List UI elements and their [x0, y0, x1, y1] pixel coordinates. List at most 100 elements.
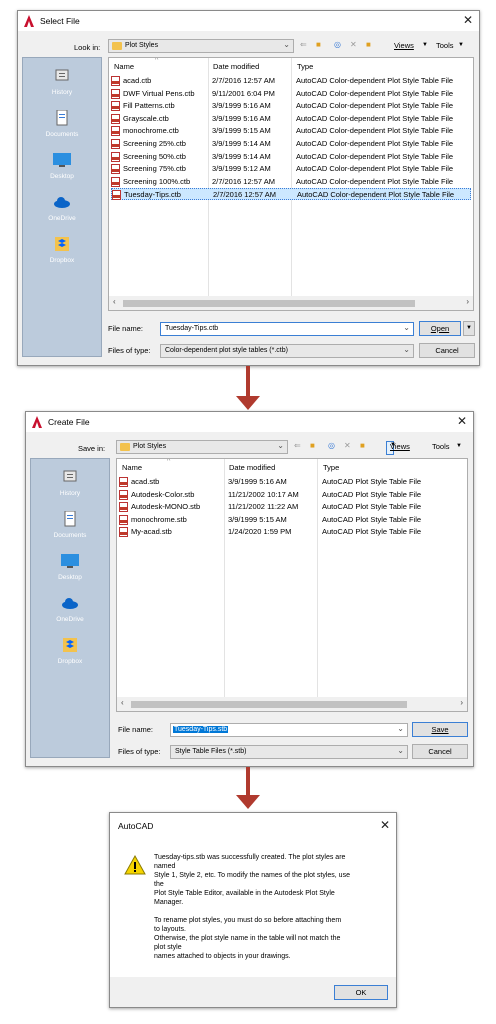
- file-row[interactable]: DWF Virtual Pens.ctb 9/11/2001 6:04 PM Aut…: [111, 88, 471, 100]
- up-folder-icon[interactable]: ■: [310, 441, 315, 450]
- delete-icon[interactable]: ✕: [344, 441, 351, 450]
- column-header-date[interactable]: Date modified: [213, 62, 259, 71]
- new-folder-icon[interactable]: ■: [360, 441, 365, 450]
- place-dropbox[interactable]: Dropbox: [23, 236, 101, 264]
- save-in-dropdown[interactable]: Plot Styles ⌄: [116, 440, 288, 454]
- file-type-cell: AutoCAD Color-dependent Plot Style Table…: [296, 151, 454, 161]
- file-row[interactable]: acad.ctb 2/7/2016 12:57 AM AutoCAD Color-d…: [111, 75, 471, 87]
- horizontal-scrollbar[interactable]: ‹ ›: [117, 697, 467, 711]
- column-header-date[interactable]: Date modified: [229, 463, 275, 472]
- plot-style-file-icon: [111, 164, 120, 175]
- file-date-cell: 11/21/2002 10:17 AM: [228, 489, 299, 499]
- place-history[interactable]: History: [23, 68, 101, 96]
- search-web-icon[interactable]: ◎: [334, 40, 341, 49]
- file-name-cell: Autodesk-MONO.stb: [131, 502, 201, 512]
- views-dropdown-icon[interactable]: ▼: [422, 42, 428, 48]
- file-row[interactable]: Grayscale.ctb 3/9/1999 5:16 AM AutoCAD Col…: [111, 113, 471, 125]
- cancel-button[interactable]: Cancel: [412, 744, 468, 759]
- file-name-input[interactable]: Tuesday-Tips.ctb ⌄: [160, 322, 414, 336]
- file-list[interactable]: Name ^ Date modified Type acad.stb 3/9/19…: [116, 458, 468, 712]
- place-onedrive[interactable]: OneDrive: [31, 595, 109, 623]
- file-row[interactable]: Screening 50%.ctb 3/9/1999 5:14 AM AutoCAD…: [111, 151, 471, 163]
- file-row[interactable]: Screening 25%.ctb 3/9/1999 5:14 AM AutoCAD…: [111, 138, 471, 150]
- file-row[interactable]: My-acad.stb 1/24/2020 1:59 PM AutoCAD Plot…: [119, 526, 459, 538]
- plot-style-file-icon: [111, 88, 120, 99]
- back-arrow-icon[interactable]: ⇐: [300, 40, 307, 49]
- scroll-thumb[interactable]: [123, 300, 415, 307]
- sort-chevron-icon: ^: [155, 57, 159, 64]
- file-date-cell: 2/7/2016 12:57 AM: [213, 190, 276, 200]
- file-name-input[interactable]: Tuesday-Tips.stb ⌄: [170, 723, 408, 737]
- file-date-cell: 2/7/2016 12:57 AM: [212, 176, 275, 186]
- column-header-name[interactable]: Name: [122, 463, 142, 472]
- place-dropbox[interactable]: Dropbox: [31, 637, 109, 665]
- save-button[interactable]: Save: [412, 722, 468, 737]
- file-list[interactable]: Name ^ Date modified Type acad.ctb 2/7/20…: [108, 57, 474, 311]
- ok-button[interactable]: OK: [334, 985, 388, 1000]
- message-line: named: [154, 863, 176, 870]
- chevron-down-icon[interactable]: ⌄: [403, 323, 410, 332]
- file-type-cell: AutoCAD Plot Style Table File: [322, 514, 422, 524]
- chevron-down-icon[interactable]: ⌄: [397, 724, 404, 733]
- place-desktop[interactable]: Desktop: [31, 553, 109, 581]
- close-icon[interactable]: ✕: [380, 818, 390, 832]
- file-type-cell: AutoCAD Color-dependent Plot Style Table…: [296, 139, 454, 148]
- scroll-thumb[interactable]: [131, 701, 407, 708]
- file-name-cell: Fill Patterns.ctb: [123, 101, 175, 111]
- file-row[interactable]: Autodesk-Color.stb 11/21/2002 10:17 AM Aut…: [119, 489, 459, 501]
- flow-arrow: [246, 767, 250, 797]
- open-button[interactable]: Open: [419, 321, 461, 336]
- place-onedrive[interactable]: OneDrive: [23, 194, 101, 222]
- place-desktop[interactable]: Desktop: [23, 152, 101, 180]
- column-header-type[interactable]: Type: [323, 463, 339, 472]
- flow-arrow-head: [236, 396, 260, 410]
- views-menu[interactable]: Views ▼: [386, 441, 410, 455]
- plot-style-file-icon: [111, 151, 120, 162]
- tools-menu[interactable]: Tools: [436, 41, 454, 50]
- search-web-icon[interactable]: ◎: [328, 441, 335, 450]
- new-folder-icon[interactable]: ■: [366, 40, 371, 49]
- file-row[interactable]: Autodesk-MONO.stb 11/21/2002 11:22 AM Auto…: [119, 501, 459, 513]
- file-row[interactable]: monochrome.stb 3/9/1999 5:15 AM AutoCAD Pl…: [119, 514, 459, 526]
- horizontal-scrollbar[interactable]: ‹ ›: [109, 296, 473, 310]
- place-history[interactable]: History: [31, 469, 109, 497]
- scroll-left-icon[interactable]: ‹: [113, 297, 116, 306]
- file-row[interactable]: acad.stb 3/9/1999 5:16 AM AutoCAD Plot Sty…: [119, 476, 459, 488]
- files-of-type-dropdown[interactable]: Style Table Files (*.stb) ⌄: [170, 745, 408, 759]
- message-line: Style 1, Style 2, etc. To modify the nam…: [154, 872, 350, 879]
- cancel-button[interactable]: Cancel: [419, 343, 475, 358]
- views-menu[interactable]: Views: [394, 41, 414, 50]
- file-row[interactable]: Fill Patterns.ctb 3/9/1999 5:16 AM AutoCAD…: [111, 100, 471, 112]
- file-name-cell: Screening 100%.ctb: [123, 176, 191, 186]
- up-folder-icon[interactable]: ■: [316, 40, 321, 49]
- file-name-cell: Screening 25%.ctb: [123, 139, 186, 148]
- column-header-type[interactable]: Type: [297, 62, 313, 71]
- tools-dropdown-icon[interactable]: ▼: [456, 443, 462, 449]
- plot-style-file-icon: [111, 176, 120, 187]
- file-date-cell: 3/9/1999 5:14 AM: [212, 139, 271, 148]
- look-in-dropdown[interactable]: Plot Styles ⌄: [108, 39, 294, 53]
- tools-dropdown-icon[interactable]: ▼: [458, 42, 464, 48]
- file-row[interactable]: monochrome.ctb 3/9/1999 5:15 AM AutoCAD Co…: [111, 125, 471, 137]
- scroll-right-icon[interactable]: ›: [460, 698, 463, 707]
- files-of-type-dropdown[interactable]: Color-dependent plot style tables (*.ctb…: [160, 344, 414, 358]
- scroll-right-icon[interactable]: ›: [466, 297, 469, 306]
- close-icon[interactable]: ✕: [463, 13, 473, 27]
- file-date-cell: 9/11/2001 6:04 PM: [212, 88, 275, 98]
- file-row[interactable]: Screening 75%.ctb 3/9/1999 5:12 AM AutoCAD…: [111, 163, 471, 175]
- column-header-name[interactable]: Name: [114, 62, 134, 71]
- file-row[interactable]: Tuesday-Tips.ctb 2/7/2016 12:57 AM AutoCAD…: [111, 188, 471, 201]
- close-icon[interactable]: ✕: [457, 414, 467, 428]
- open-options-button[interactable]: ▼: [463, 321, 475, 336]
- place-documents[interactable]: Documents: [31, 510, 109, 539]
- message-line: plot style: [154, 944, 182, 951]
- tools-menu[interactable]: Tools: [432, 442, 450, 451]
- delete-icon[interactable]: ✕: [350, 40, 357, 49]
- file-row[interactable]: Screening 100%.ctb 2/7/2016 12:57 AM AutoC…: [111, 176, 471, 188]
- scroll-left-icon[interactable]: ‹: [121, 698, 124, 707]
- look-in-label: Look in:: [74, 43, 101, 52]
- place-documents[interactable]: Documents: [23, 109, 101, 138]
- plot-style-file-icon: [111, 126, 120, 137]
- back-arrow-icon[interactable]: ⇐: [294, 441, 301, 450]
- message-text: Tuesday-tips.stb was successfully create…: [154, 853, 390, 961]
